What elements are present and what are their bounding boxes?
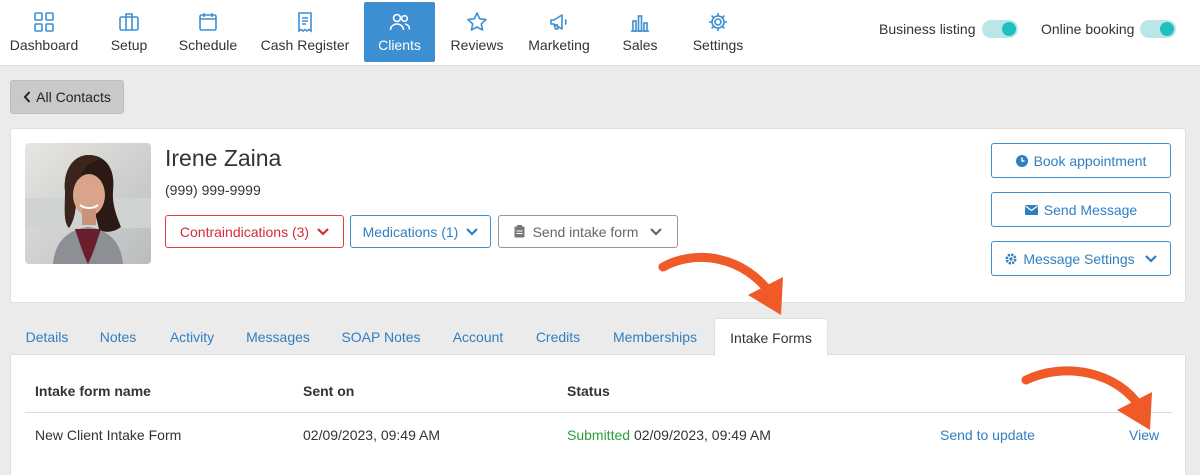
gear-icon [709, 13, 727, 31]
nav-label: Schedule [178, 37, 238, 53]
tab-details[interactable]: Details [14, 318, 80, 355]
nav-label: Sales [622, 37, 658, 53]
bar-chart-icon [631, 15, 649, 32]
tab-intake-forms[interactable]: Intake Forms [714, 318, 828, 356]
star-icon [467, 12, 487, 31]
intake-forms-panel: Intake form name Sent on Status New Clie… [10, 354, 1186, 475]
send-to-update-link[interactable]: Send to update [940, 427, 1035, 443]
online-booking-toggle-group: Online booking [1041, 20, 1177, 38]
nav-item-sales[interactable]: Sales [617, 2, 663, 62]
book-appointment-button[interactable]: Book appointment [991, 143, 1171, 178]
tab-label: Messages [246, 328, 310, 345]
chevron-left-icon [23, 91, 31, 103]
nav-item-cash-register[interactable]: Cash Register [257, 2, 353, 62]
tab-label: Details [25, 328, 69, 345]
all-contacts-button[interactable]: All Contacts [10, 80, 124, 114]
gear-icon [1005, 253, 1017, 264]
status-badge: Submitted [567, 427, 631, 443]
tab-memberships[interactable]: Memberships [602, 318, 708, 355]
status-date: 02/09/2023, 09:49 AM [633, 427, 771, 443]
nav-label: Marketing [528, 37, 590, 53]
send-message-button[interactable]: Send Message [991, 192, 1171, 227]
top-navigation: Dashboard Setup Schedule Cash Register C… [0, 0, 1200, 66]
nav-label: Cash Register [260, 37, 350, 53]
business-listing-label: Business listing [879, 21, 976, 37]
chevron-down-icon [1144, 254, 1157, 263]
tab-label: Memberships [612, 328, 698, 345]
medications-dropdown[interactable]: Medications (1) [350, 215, 491, 248]
nav-label: Settings [692, 37, 744, 53]
tab-label: Notes [99, 328, 137, 345]
chevron-down-icon [317, 227, 329, 236]
nav-item-reviews[interactable]: Reviews [447, 2, 507, 62]
toggle-knob [1001, 22, 1016, 36]
chevron-down-icon [466, 227, 479, 236]
briefcase-icon [119, 13, 139, 31]
client-name: Irene Zaina [165, 145, 282, 171]
nav-label: Setup [110, 37, 148, 53]
message-settings-label: Message Settings [1023, 250, 1135, 267]
dashboard-icon [34, 12, 54, 32]
megaphone-icon [550, 14, 567, 30]
sent-on-cell: 02/09/2023, 09:49 AM [303, 427, 440, 443]
client-phone: (999) 999-9999 [165, 182, 261, 198]
nav-item-setup[interactable]: Setup [104, 2, 154, 62]
nav-item-marketing[interactable]: Marketing [523, 2, 595, 62]
contraindications-dropdown[interactable]: Contraindications (3) [165, 215, 344, 248]
clipboard-icon [514, 225, 525, 238]
tab-messages[interactable]: Messages [237, 318, 319, 355]
tab-notes[interactable]: Notes [90, 318, 146, 355]
toggle-knob [1160, 22, 1175, 36]
table-divider [25, 412, 1172, 413]
users-icon [389, 13, 410, 31]
receipt-icon [298, 12, 312, 33]
business-listing-toggle-group: Business listing [879, 20, 1018, 38]
clock-icon [1015, 154, 1028, 167]
tab-label: Intake Forms [730, 329, 812, 346]
tab-soap-notes[interactable]: SOAP Notes [333, 318, 429, 355]
column-header-name: Intake form name [35, 383, 151, 399]
envelope-icon [1024, 204, 1038, 215]
tab-label: SOAP Notes [341, 328, 421, 345]
contraindications-label: Contraindications (3) [179, 223, 310, 240]
online-booking-label: Online booking [1041, 21, 1135, 37]
form-name-cell: New Client Intake Form [35, 427, 182, 443]
business-listing-toggle[interactable] [981, 20, 1018, 38]
tab-activity[interactable]: Activity [159, 318, 225, 355]
nav-item-clients[interactable]: Clients [364, 2, 435, 62]
nav-item-dashboard[interactable]: Dashboard [2, 2, 86, 62]
tab-label: Activity [169, 328, 215, 345]
chevron-down-icon [650, 227, 663, 236]
message-settings-button[interactable]: Message Settings [991, 241, 1171, 276]
nav-label: Reviews [450, 37, 504, 53]
column-header-sent-on: Sent on [303, 383, 355, 399]
view-link[interactable]: View [1129, 427, 1159, 443]
nav-label: Clients [378, 37, 421, 53]
medications-label: Medications (1) [362, 223, 459, 240]
online-booking-toggle[interactable] [1140, 20, 1177, 38]
send-message-label: Send Message [1043, 201, 1138, 218]
tab-credits[interactable]: Credits [526, 318, 590, 355]
tab-account[interactable]: Account [443, 318, 513, 355]
send-intake-form-label: Send intake form [532, 223, 639, 240]
nav-item-schedule[interactable]: Schedule [174, 2, 242, 62]
nav-item-settings[interactable]: Settings [688, 2, 748, 62]
all-contacts-label: All Contacts [36, 89, 111, 105]
client-profile-card: Irene Zaina (999) 999-9999 Contraindicat… [10, 128, 1186, 303]
column-header-status: Status [567, 383, 610, 399]
nav-label: Dashboard [9, 37, 79, 53]
calendar-icon [199, 13, 217, 31]
tab-label: Credits [535, 328, 581, 345]
client-avatar [25, 143, 151, 264]
book-appointment-label: Book appointment [1033, 152, 1147, 169]
tab-label: Account [452, 328, 504, 345]
send-intake-form-dropdown[interactable]: Send intake form [498, 215, 678, 248]
status-cell: Submitted 02/09/2023, 09:49 AM [567, 427, 771, 443]
